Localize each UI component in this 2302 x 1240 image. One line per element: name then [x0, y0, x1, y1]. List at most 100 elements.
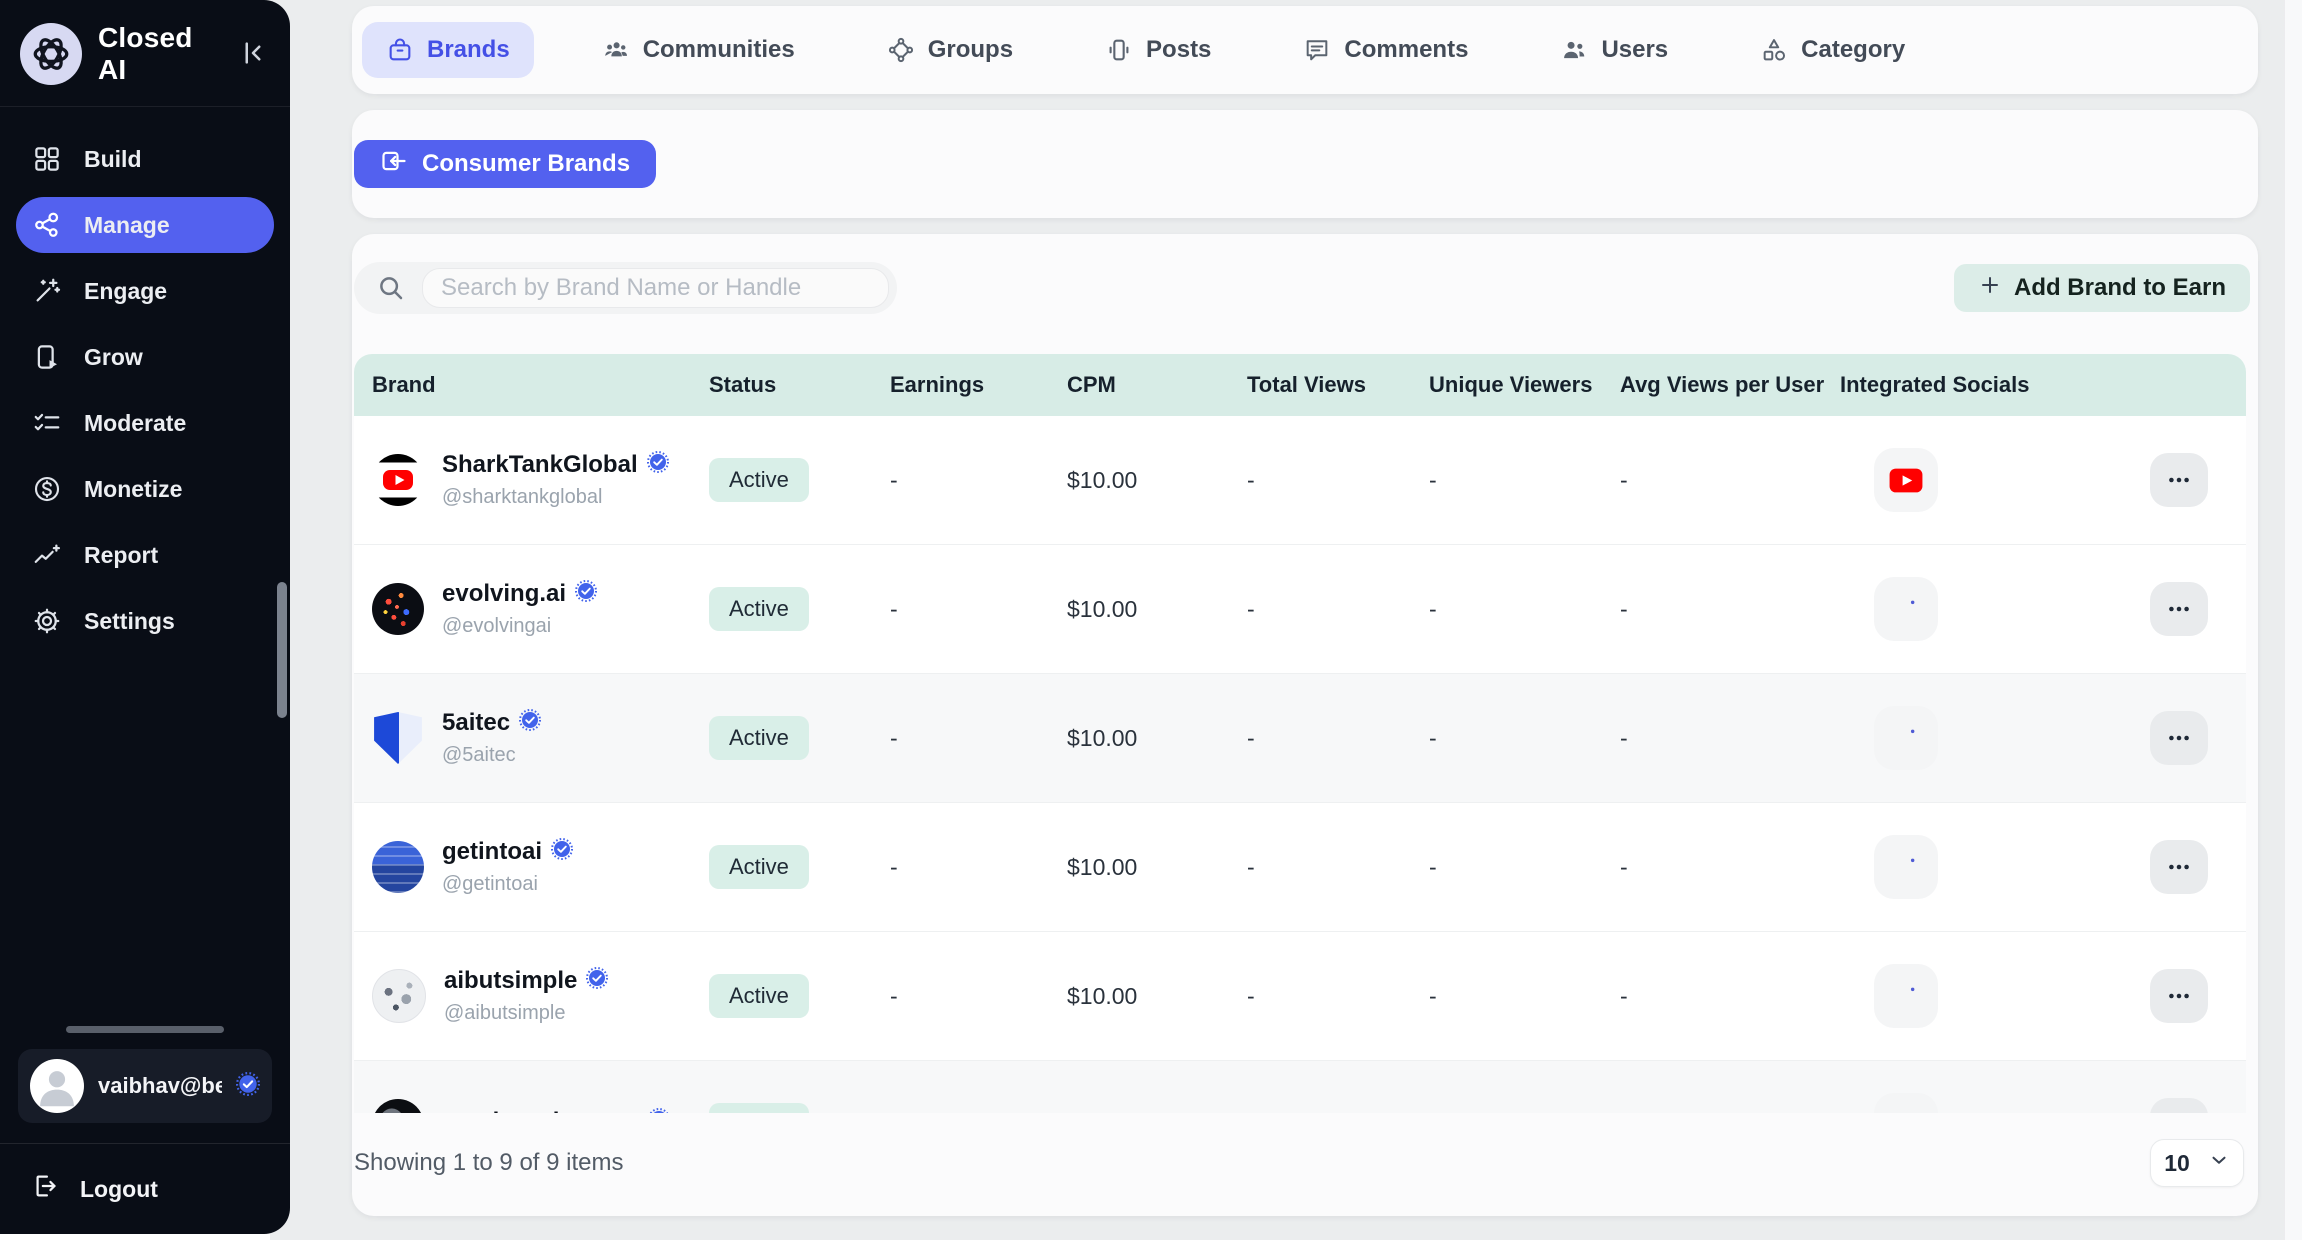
logout-button[interactable]: Logout [18, 1144, 272, 1214]
sidebar-item-monetize[interactable]: Monetize [16, 461, 274, 517]
social-chip[interactable] [1874, 577, 1938, 641]
app-title: Closed AI [98, 22, 218, 86]
row-actions-button[interactable] [2150, 1098, 2208, 1113]
status-cell: Active [709, 845, 890, 889]
avg-views-value: - [1620, 983, 1840, 1010]
table-footer: Showing 1 to 9 of 9 items 10 [352, 1113, 2258, 1187]
search-bar[interactable] [354, 262, 897, 314]
sidebar-item-label: Engage [84, 278, 167, 305]
col-header-brand: Brand [372, 372, 709, 398]
sidebar-scrollbar-thumb[interactable] [277, 582, 287, 718]
sidebar-collapse-button[interactable] [234, 34, 272, 75]
add-brand-button[interactable]: Add Brand to Earn [1954, 264, 2250, 312]
socials-cell [1840, 706, 2150, 770]
tab-brands[interactable]: Brands [362, 22, 534, 78]
sidebar-item-report[interactable]: Report [16, 527, 274, 583]
social-chip[interactable] [1874, 964, 1938, 1028]
brand-handle: @aibutsimple [444, 1002, 608, 1025]
brand-handle: @5aitec [442, 744, 541, 767]
brand-avatar [372, 583, 424, 635]
brand-avatar [372, 841, 424, 893]
status-badge: Active [709, 845, 809, 889]
brand-cell: aibutsimple @aibutsimple [372, 967, 709, 1025]
row-actions-button[interactable] [2150, 453, 2208, 507]
tab-communities[interactable]: Communities [578, 22, 819, 78]
tab-label: Users [1601, 36, 1668, 64]
sidebar-item-moderate[interactable]: Moderate [16, 395, 274, 451]
brand-name: 5aitec [442, 709, 510, 737]
row-actions-button[interactable] [2150, 969, 2208, 1023]
ellipsis-icon [2166, 596, 2192, 622]
sidebar-item-build[interactable]: Build [16, 131, 274, 187]
consumer-brands-label: Consumer Brands [422, 150, 630, 178]
col-header-cpm: CPM [1067, 372, 1247, 398]
earnings-value: - [890, 854, 1067, 881]
tab-groups[interactable]: Groups [863, 22, 1037, 78]
table-row[interactable]: SharkTankGlobal @sharktankglobal Active … [354, 416, 2246, 545]
table-row[interactable]: matthew_berman Active $10.00 [354, 1061, 2246, 1113]
table-row[interactable]: 5aitec @5aitec Active - $10.00 - - - [354, 674, 2246, 803]
brand-cell: 5aitec @5aitec [372, 709, 709, 767]
briefcase-icon [386, 36, 414, 64]
user-email: vaibhav@begenu... [98, 1073, 222, 1099]
social-chip[interactable] [1874, 1093, 1938, 1113]
brand-meta: matthew_berman [442, 1108, 670, 1114]
unique-viewers-value: - [1429, 725, 1620, 752]
brand-avatar [372, 1099, 424, 1113]
toolbar: Add Brand to Earn [352, 234, 2258, 314]
search-input[interactable] [439, 273, 872, 303]
sidebar-item-label: Report [84, 542, 158, 569]
brand-cell: matthew_berman [372, 1099, 709, 1113]
total-views-value: - [1247, 467, 1429, 494]
plus-icon [1978, 273, 2002, 304]
table-row[interactable]: evolving.ai @evolvingai Active - $10.00 … [354, 545, 2246, 674]
instagram-icon [1890, 980, 1922, 1012]
page-scrollbar[interactable] [2284, 0, 2302, 1240]
consumer-brands-button[interactable]: Consumer Brands [354, 140, 656, 188]
search-icon [376, 273, 406, 303]
sidebar-item-manage[interactable]: Manage [16, 197, 274, 253]
checklist-icon [32, 408, 62, 438]
col-header-status: Status [709, 372, 890, 398]
earnings-value: - [890, 467, 1067, 494]
user-card[interactable]: vaibhav@begenu... [18, 1049, 272, 1123]
avg-views-value: - [1620, 467, 1840, 494]
table-row[interactable]: getintoai @getintoai Active - $10.00 - -… [354, 803, 2246, 932]
row-actions-button[interactable] [2150, 582, 2208, 636]
sidebar-item-settings[interactable]: Settings [16, 593, 274, 649]
brand-avatar [372, 712, 424, 764]
brand-enter-icon [380, 147, 408, 182]
social-chip[interactable] [1874, 448, 1938, 512]
tab-label: Posts [1146, 36, 1211, 64]
tab-posts[interactable]: Posts [1081, 22, 1235, 78]
brand-meta: 5aitec @5aitec [442, 709, 541, 767]
total-views-value: - [1247, 854, 1429, 881]
status-badge: Active [709, 587, 809, 631]
socials-cell [1840, 964, 2150, 1028]
tab-label: Category [1801, 36, 1905, 64]
wand-icon [32, 276, 62, 306]
sidebar-item-label: Grow [84, 344, 143, 371]
tab-category[interactable]: Category [1736, 22, 1929, 78]
scroll-indicator-bar [66, 1026, 224, 1033]
tab-users[interactable]: Users [1536, 22, 1692, 78]
brand-cell: evolving.ai @evolvingai [372, 580, 709, 638]
social-chip[interactable] [1874, 706, 1938, 770]
unique-viewers-value: - [1429, 854, 1620, 881]
row-actions-button[interactable] [2150, 840, 2208, 894]
cpm-value: $10.00 [1067, 854, 1247, 881]
add-brand-label: Add Brand to Earn [2014, 274, 2226, 302]
earnings-value: - [890, 596, 1067, 623]
tab-comments[interactable]: Comments [1279, 22, 1492, 78]
device-play-icon [32, 342, 62, 372]
page-size-select[interactable]: 10 [2150, 1139, 2244, 1187]
cpm-value: $10.00 [1067, 983, 1247, 1010]
verified-badge-icon [575, 580, 597, 608]
social-chip[interactable] [1874, 835, 1938, 899]
sidebar-item-engage[interactable]: Engage [16, 263, 274, 319]
phone-icon [1105, 36, 1133, 64]
sidebar-item-grow[interactable]: Grow [16, 329, 274, 385]
table-row[interactable]: aibutsimple @aibutsimple Active - $10.00… [354, 932, 2246, 1061]
pagination-summary: Showing 1 to 9 of 9 items [354, 1149, 623, 1177]
row-actions-button[interactable] [2150, 711, 2208, 765]
